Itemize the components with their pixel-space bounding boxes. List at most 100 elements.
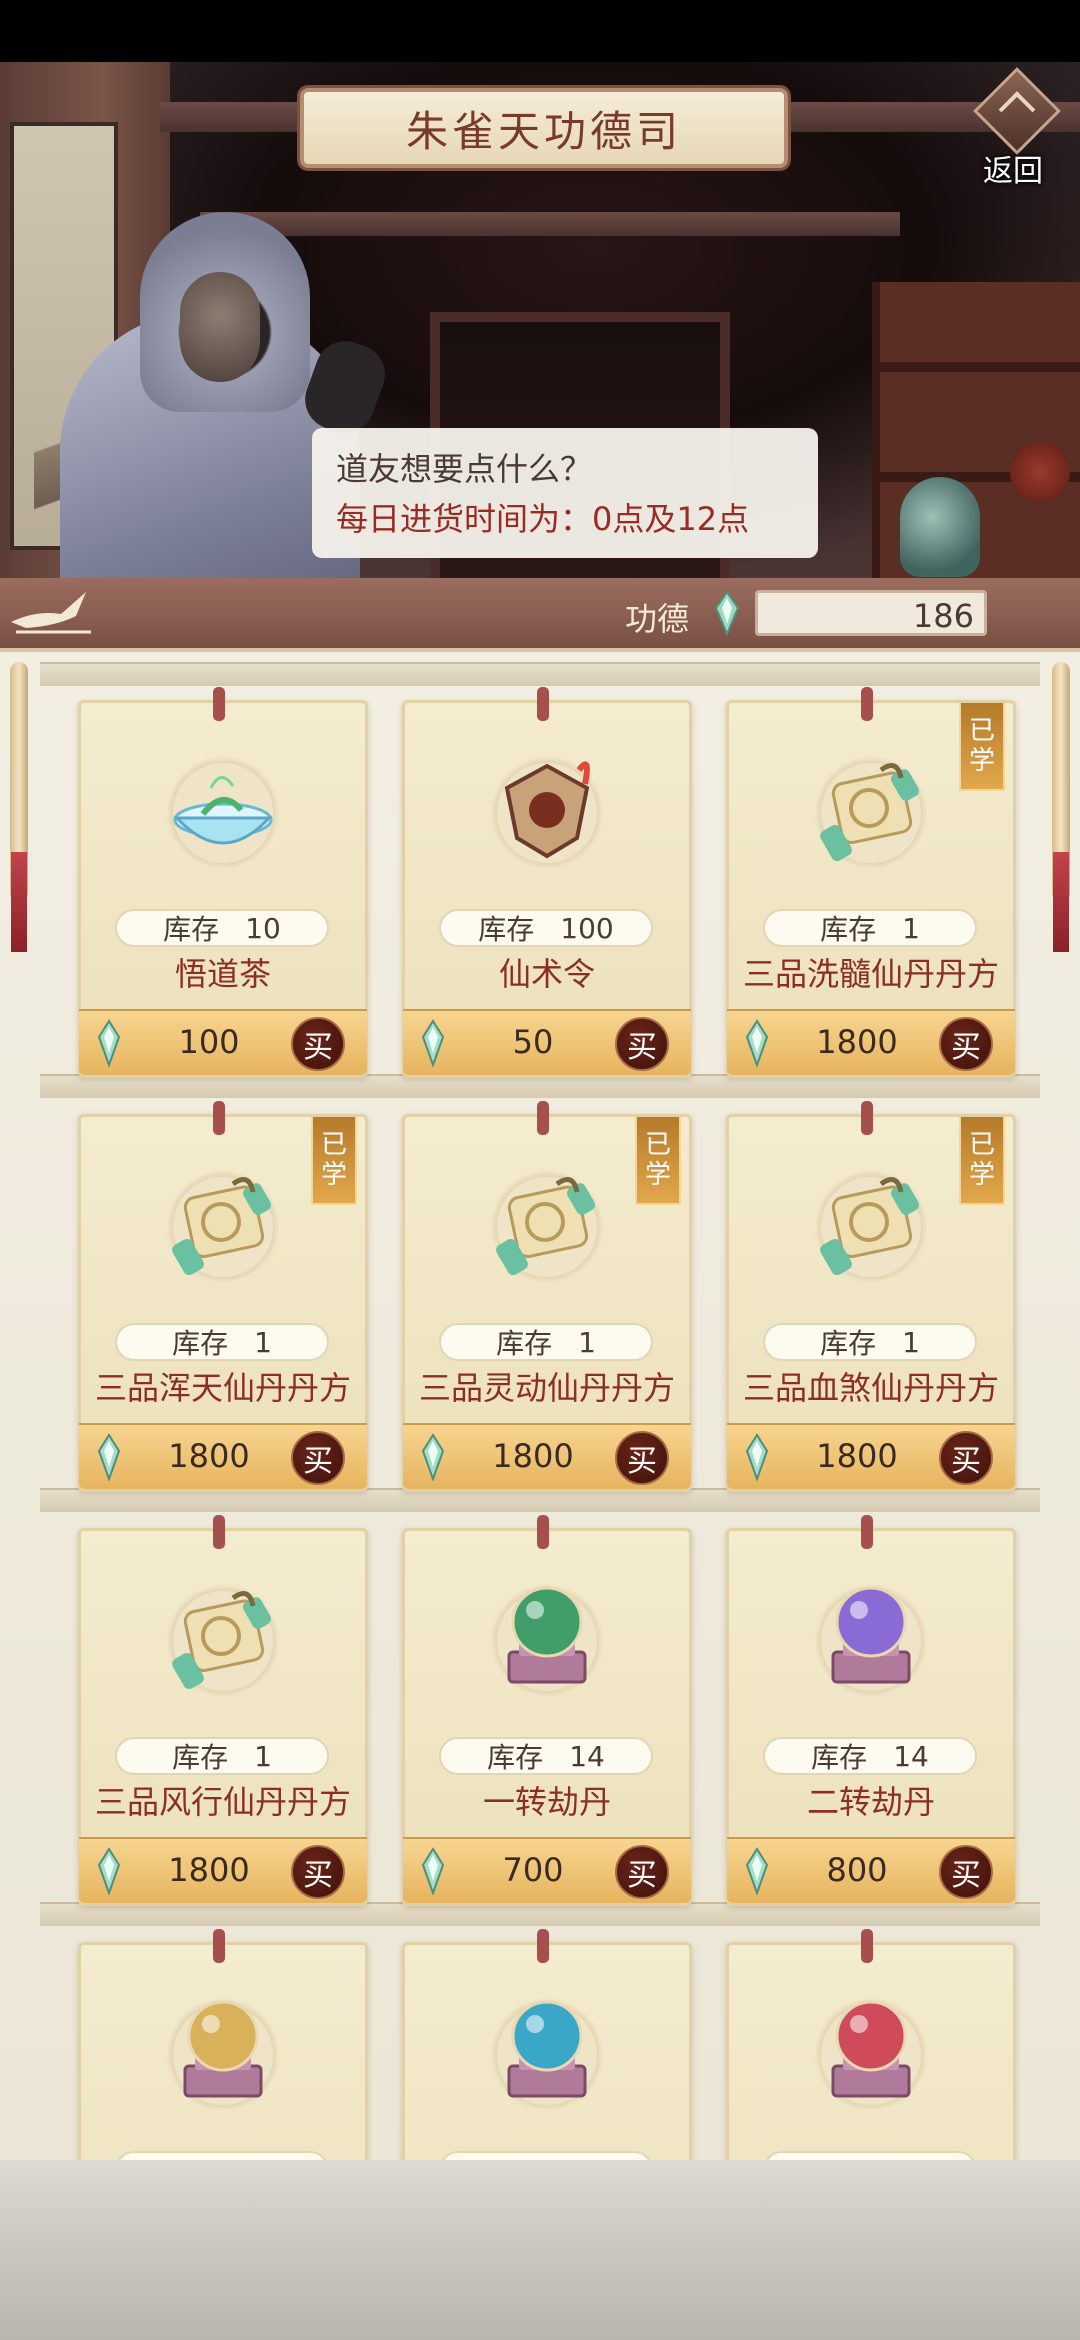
stock-value: 1 xyxy=(254,1739,272,1773)
merit-label: 功德 xyxy=(625,600,690,638)
scroll-icon xyxy=(820,1177,919,1276)
back-icon xyxy=(973,67,1061,155)
buy-button[interactable]: 买 xyxy=(939,1431,993,1485)
learned-badge: 已学 xyxy=(311,1117,357,1205)
stock-pill xyxy=(439,2151,653,2160)
buy-button-label: 买 xyxy=(627,1858,657,1893)
learned-badge-char: 学 xyxy=(320,1160,347,1190)
stock-value: 10 xyxy=(245,911,281,945)
buy-button[interactable]: 买 xyxy=(939,1017,993,1071)
urn-decoration xyxy=(1010,442,1070,502)
orb-icon xyxy=(831,2000,911,2098)
page-title: 朱雀天功德司 xyxy=(405,106,682,156)
item-price: 1800 xyxy=(168,1437,250,1475)
learned-badge-char: 学 xyxy=(968,1160,995,1190)
stock-pill xyxy=(763,2151,977,2160)
merit-gem-icon xyxy=(421,1847,445,1895)
buy-button-label: 买 xyxy=(627,1030,657,1065)
tea-bowl-icon xyxy=(173,776,273,845)
item-name: 三品浑天仙丹丹方 xyxy=(94,1369,351,1407)
stock-pill: 库存 1 xyxy=(763,1323,977,1361)
stock-pill: 库存 1 xyxy=(439,1323,653,1361)
shop-item-card[interactable]: 库存 10 悟道茶 100 买 xyxy=(78,687,368,1078)
buy-button[interactable]: 买 xyxy=(291,1017,345,1071)
learned-badge: 已学 xyxy=(635,1117,681,1205)
price-bar: 1800 买 xyxy=(79,1423,367,1489)
learned-badge-char: 学 xyxy=(644,1160,671,1190)
price-bar: 1800 买 xyxy=(79,1837,367,1903)
stock-value: 1 xyxy=(902,911,920,945)
shop-item-card[interactable] xyxy=(726,1929,1016,2160)
buy-button-label: 买 xyxy=(951,1444,981,1479)
learned-badge-char: 学 xyxy=(968,746,995,776)
price-bar: 700 买 xyxy=(403,1837,691,1903)
item-name: 一转劫丹 xyxy=(482,1783,611,1821)
shop-item-card[interactable]: 库存 1 三品血煞仙丹丹方 1800 买 已学 xyxy=(726,1101,1016,1492)
item-price: 50 xyxy=(512,1023,554,1061)
stock-label: 库存 xyxy=(163,913,220,946)
stock-label: 库存 xyxy=(487,1741,544,1774)
merit-value-field: 186 xyxy=(755,590,987,636)
stock-pill: 库存 1 xyxy=(763,909,977,947)
merit-gem-icon xyxy=(97,1847,121,1895)
item-price: 1800 xyxy=(492,1437,574,1475)
item-name: 三品血煞仙丹丹方 xyxy=(742,1369,999,1407)
item-price: 800 xyxy=(826,1851,888,1889)
orb-icon xyxy=(831,1586,911,1684)
merit-gem-icon xyxy=(421,1433,445,1481)
price-bar: 50 买 xyxy=(403,1009,691,1075)
status-bar xyxy=(0,0,1080,62)
buy-button[interactable]: 买 xyxy=(615,1431,669,1485)
orb-icon xyxy=(183,2000,263,2098)
stock-pill xyxy=(115,2151,329,2160)
stock-pill: 库存 1 xyxy=(115,1323,329,1361)
buy-button[interactable]: 买 xyxy=(939,1845,993,1899)
buy-button[interactable]: 买 xyxy=(291,1845,345,1899)
stock-value: 1 xyxy=(902,1325,920,1359)
shop-item-card[interactable] xyxy=(78,1929,368,2160)
item-price: 1800 xyxy=(816,1023,898,1061)
shop-item-card[interactable] xyxy=(402,1929,692,2160)
bottom-mist-decoration xyxy=(0,2160,1080,2340)
shop-panel: 库存 10 悟道茶 100 买 库存 100 仙术令 50 买 库存 1 三品洗… xyxy=(0,652,1080,2160)
card-hook xyxy=(213,1929,225,1963)
scroll-icon xyxy=(172,1177,271,1276)
stock-label: 库存 xyxy=(820,1327,877,1360)
merit-gem-icon xyxy=(714,590,740,636)
buy-button[interactable]: 买 xyxy=(615,1017,669,1071)
shop-item-card[interactable]: 库存 1 三品浑天仙丹丹方 1800 买 已学 xyxy=(78,1101,368,1492)
stock-label: 库存 xyxy=(811,1741,868,1774)
learned-badge-char: 已 xyxy=(320,1130,347,1160)
scroll-icon xyxy=(496,1177,595,1276)
shop-item-card[interactable]: 库存 1 三品灵动仙丹丹方 1800 买 已学 xyxy=(402,1101,692,1492)
item-name: 二转劫丹 xyxy=(806,1783,935,1821)
vase-decoration xyxy=(900,477,980,577)
stock-label: 库存 xyxy=(496,1327,553,1360)
buy-button-label: 买 xyxy=(303,1444,333,1479)
learned-badge: 已学 xyxy=(959,1117,1005,1205)
back-button[interactable]: 返回 xyxy=(968,67,1061,189)
shop-item-card[interactable]: 库存 14 二转劫丹 800 买 xyxy=(726,1515,1016,1906)
token-icon xyxy=(504,761,590,859)
shop-item-card[interactable]: 库存 14 一转劫丹 700 买 xyxy=(402,1515,692,1906)
card-hook xyxy=(213,1515,225,1549)
item-name: 悟道茶 xyxy=(174,955,271,993)
item-name: 仙术令 xyxy=(498,955,595,993)
buy-button[interactable]: 买 xyxy=(291,1431,345,1485)
stock-pill: 库存 1 xyxy=(115,1737,329,1775)
stock-value: 100 xyxy=(560,911,614,945)
shop-item-card[interactable]: 库存 1 三品风行仙丹丹方 1800 买 xyxy=(78,1515,368,1906)
buy-button[interactable]: 买 xyxy=(615,1845,669,1899)
shop-item-card[interactable]: 库存 100 仙术令 50 买 xyxy=(402,687,692,1078)
item-price: 700 xyxy=(502,1851,564,1889)
item-name: 三品灵动仙丹丹方 xyxy=(418,1369,675,1407)
scroll-icon xyxy=(172,1591,271,1690)
stock-value: 14 xyxy=(569,1739,605,1773)
scroll-icon xyxy=(820,763,919,862)
buy-button-label: 买 xyxy=(951,1030,981,1065)
price-bar: 800 买 xyxy=(727,1837,1015,1903)
price-bar: 100 买 xyxy=(79,1009,367,1075)
dialog-restock-time: 每日进货时间为：0点及12点 xyxy=(336,500,750,538)
stock-pill: 库存 10 xyxy=(115,909,329,947)
shop-item-card[interactable]: 库存 1 三品洗髓仙丹丹方 1800 买 已学 xyxy=(726,687,1016,1078)
